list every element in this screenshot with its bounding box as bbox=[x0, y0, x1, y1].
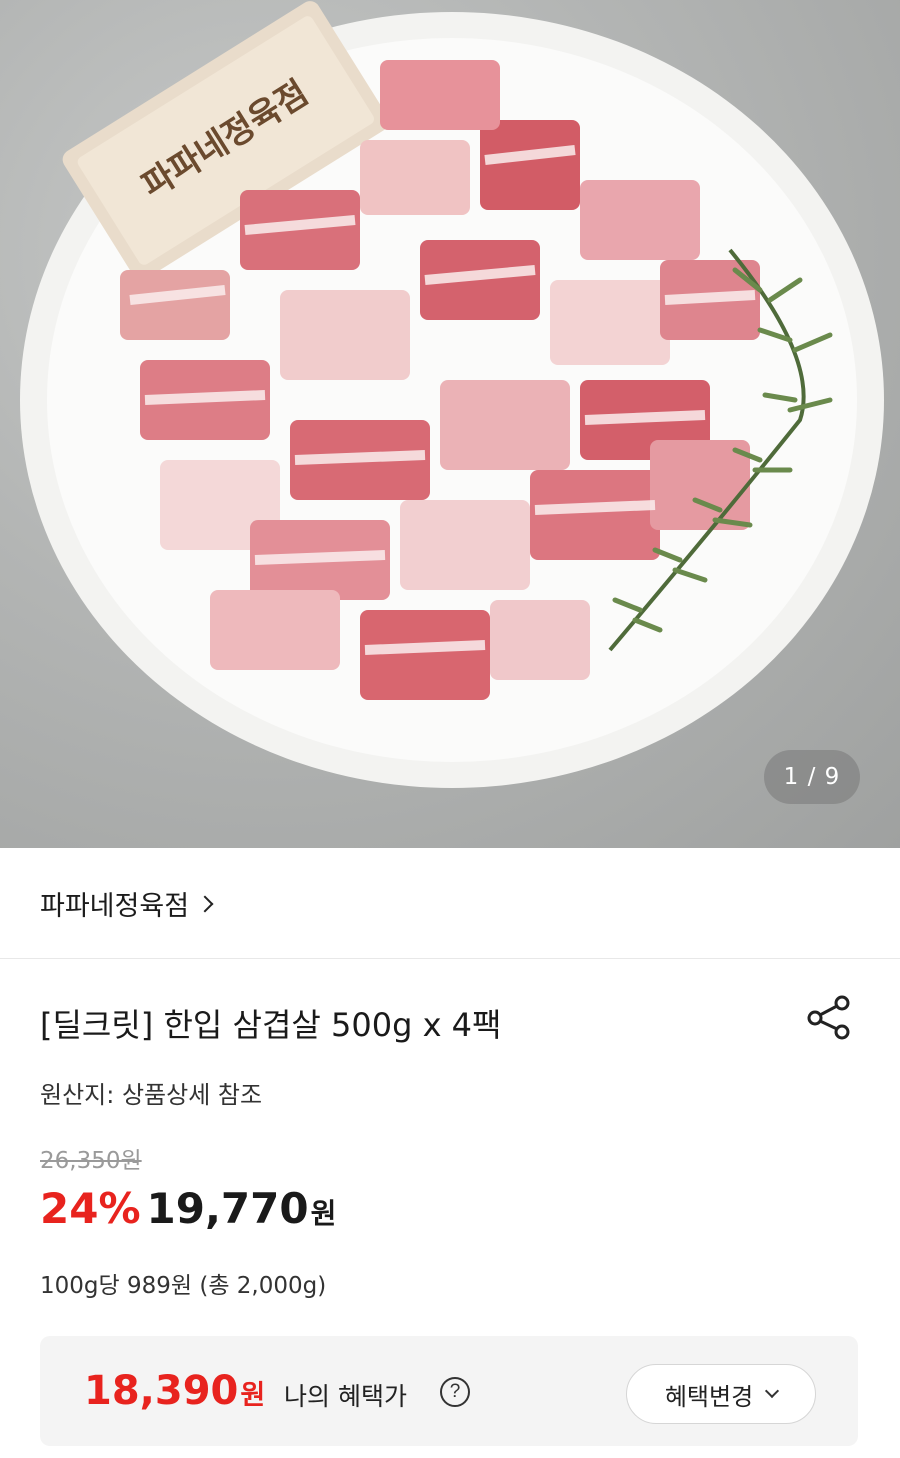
benefit-price-unit: 원 bbox=[240, 1380, 266, 1411]
share-icon[interactable] bbox=[804, 992, 854, 1042]
seller-link[interactable]: 파파네정육점 bbox=[0, 848, 900, 958]
unit-price: 100g당 989원 (총 2,000g) bbox=[40, 1273, 327, 1299]
product-title: [딜크릿] 한입 삼겹살 500g x 4팩 bbox=[40, 1006, 502, 1044]
benefit-price-value: 18,390 bbox=[84, 1368, 239, 1414]
image-counter: 1 / 9 bbox=[764, 750, 860, 804]
product-image[interactable]: 파파네정육점 1 / 9 bbox=[0, 0, 900, 848]
price-row: 24% 19,770 원 bbox=[40, 1184, 336, 1233]
change-benefit-label: 혜택변경 bbox=[664, 1382, 754, 1411]
product-photo: 파파네정육점 bbox=[20, 1, 884, 788]
original-price: 26,350원 bbox=[40, 1148, 142, 1174]
change-benefit-button[interactable]: 혜택변경 bbox=[626, 1364, 816, 1424]
chevron-right-icon bbox=[196, 895, 214, 913]
sale-price: 19,770 bbox=[146, 1184, 309, 1233]
chevron-down-icon bbox=[765, 1383, 780, 1399]
origin-info: 원산지: 상품상세 참조 bbox=[40, 1081, 263, 1109]
benefit-label: 나의 혜택가 bbox=[284, 1382, 407, 1411]
benefit-box: 18,390 원 나의 혜택가 ? 혜택변경 bbox=[40, 1336, 858, 1446]
seller-name: 파파네정육점 bbox=[40, 890, 190, 922]
sale-price-unit: 원 bbox=[310, 1197, 337, 1230]
discount-rate: 24% bbox=[40, 1184, 141, 1233]
benefit-price: 18,390 원 bbox=[84, 1368, 265, 1414]
help-icon[interactable]: ? bbox=[440, 1377, 470, 1407]
divider bbox=[0, 958, 900, 959]
